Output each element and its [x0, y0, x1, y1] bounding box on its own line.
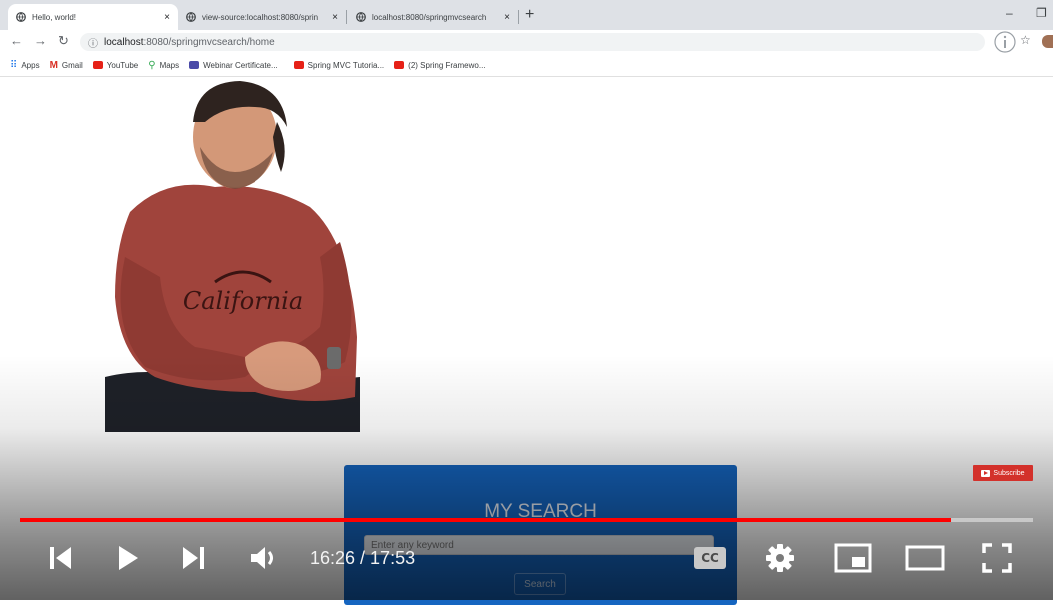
bookmark-label: Apps	[21, 60, 40, 70]
profile-avatar[interactable]	[1042, 35, 1053, 48]
bookmark-maps[interactable]: ⚲ Maps	[148, 60, 179, 71]
tab-title: localhost:8080/springmvcsearch	[372, 12, 487, 22]
youtube-play-icon	[981, 469, 991, 477]
play-icon	[119, 546, 138, 570]
globe-icon	[16, 12, 26, 22]
minimize-button[interactable]: –	[1006, 6, 1013, 20]
reload-icon[interactable]: ↻	[58, 33, 69, 49]
bookmark-label: Spring MVC Tutoria...	[307, 60, 385, 70]
bookmark-apps[interactable]: ⠿ Apps	[10, 60, 40, 71]
miniplayer-button[interactable]	[832, 538, 874, 578]
bookmark-label: Maps	[159, 60, 180, 70]
bookmark-label: YouTube	[106, 60, 139, 70]
theater-mode-icon	[905, 545, 945, 571]
person-photo: California	[105, 81, 360, 432]
captions-button[interactable]: CC	[690, 538, 730, 578]
close-tab-icon[interactable]: ×	[164, 12, 170, 23]
tab-view-source[interactable]: view-source:localhost:8080/sprin ×	[178, 4, 346, 30]
address-bar-row: ← → ↻ ⓘ localhost:8080/springmvcsearch/h…	[0, 30, 1053, 54]
close-tab-icon[interactable]: ×	[332, 12, 338, 23]
youtube-icon	[293, 61, 304, 69]
apps-grid-icon: ⠿	[10, 59, 18, 71]
youtube-icon	[394, 61, 405, 69]
gmail-icon: M	[49, 59, 58, 71]
search-card: MY SEARCH Search	[344, 465, 737, 605]
subscribe-button[interactable]: Subscribe	[973, 465, 1033, 481]
gear-icon	[766, 544, 794, 572]
globe-icon	[186, 12, 196, 22]
tab-springmvcsearch[interactable]: localhost:8080/springmvcsearch ×	[348, 4, 518, 30]
bookmark-label: Gmail	[61, 60, 83, 70]
skip-previous-icon	[50, 547, 71, 569]
tab-strip: Hello, world! × view-source:localhost:80…	[0, 0, 1053, 30]
svg-text:California: California	[183, 287, 303, 315]
settings-button[interactable]	[760, 538, 800, 578]
theater-mode-button[interactable]	[902, 538, 948, 578]
globe-icon	[356, 12, 366, 22]
previous-button[interactable]	[40, 538, 80, 578]
tab-separator	[346, 10, 347, 24]
info-icon[interactable]: ⓘ	[88, 35, 98, 50]
miniplayer-icon	[834, 543, 872, 573]
next-button[interactable]	[174, 538, 214, 578]
play-button[interactable]	[108, 538, 148, 578]
cc-label: CC	[701, 551, 719, 565]
volume-button[interactable]	[244, 538, 284, 578]
forms-icon	[189, 61, 200, 69]
progress-played	[20, 518, 951, 522]
url-bar[interactable]: ⓘ localhost:8080/springmvcsearch/home	[80, 33, 985, 51]
close-tab-icon[interactable]: ×	[504, 12, 510, 23]
bookmark-label: Webinar Certificate...	[203, 60, 278, 70]
bookmark-gmail[interactable]: M Gmail	[50, 60, 83, 71]
youtube-icon	[92, 61, 103, 69]
bookmark-youtube[interactable]: YouTube	[92, 60, 139, 70]
subscribe-label: Subscribe	[993, 469, 1025, 477]
bookmark-spring-mvc[interactable]: Spring MVC Tutoria...	[293, 60, 385, 70]
url-path: :8080/springmvcsearch/home	[143, 36, 275, 48]
bookmarks-bar: ⠿ Apps M Gmail YouTube ⚲ Maps Webinar Ce…	[0, 54, 1053, 77]
search-button[interactable]: Search	[514, 573, 566, 595]
maximize-button[interactable]: ❐	[1036, 6, 1047, 20]
tab-title: view-source:localhost:8080/sprin	[202, 12, 319, 22]
tab-hello-world[interactable]: Hello, world! ×	[8, 4, 178, 30]
bookmark-webinar[interactable]: Webinar Certificate...	[189, 61, 278, 70]
tab-separator	[518, 10, 519, 24]
bookmark-label: (2) Spring Framewo...	[408, 60, 486, 70]
fullscreen-icon	[982, 543, 1012, 573]
bookmark-spring-framework[interactable]: (2) Spring Framewo...	[394, 60, 486, 70]
new-tab-button[interactable]: +	[525, 6, 534, 24]
progress-bar[interactable]	[20, 518, 1033, 522]
time-display: 16:26 / 17:53	[310, 548, 416, 568]
maps-pin-icon: ⚲	[148, 59, 156, 71]
url-host: localhost	[104, 36, 144, 48]
star-icon[interactable]: ☆	[1020, 33, 1031, 47]
back-arrow-icon[interactable]: ←	[10, 33, 23, 48]
volume-icon	[251, 547, 273, 569]
skip-next-icon	[183, 547, 204, 569]
captions-icon: CC	[694, 547, 726, 569]
fullscreen-button[interactable]	[976, 538, 1018, 578]
search-input[interactable]	[364, 535, 714, 555]
tab-title: Hello, world!	[32, 12, 77, 22]
forward-arrow-icon[interactable]: →	[34, 33, 47, 48]
